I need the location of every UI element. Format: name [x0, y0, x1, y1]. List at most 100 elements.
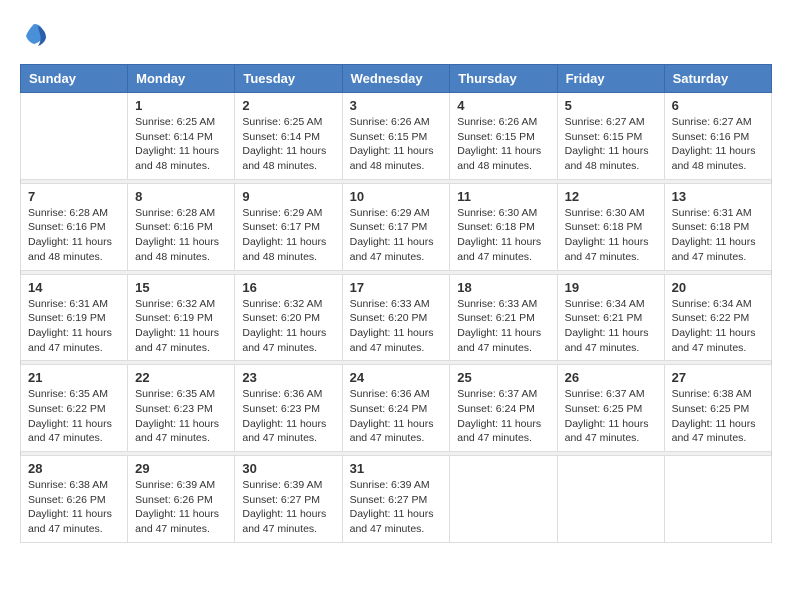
calendar-cell: 19 Sunrise: 6:34 AM Sunset: 6:21 PM Dayli… — [557, 274, 664, 361]
day-number: 27 — [672, 370, 764, 385]
calendar-header-row: SundayMondayTuesdayWednesdayThursdayFrid… — [21, 65, 772, 93]
day-number: 12 — [565, 189, 657, 204]
day-info: Sunrise: 6:33 AM Sunset: 6:20 PM Dayligh… — [350, 297, 443, 356]
day-info: Sunrise: 6:36 AM Sunset: 6:24 PM Dayligh… — [350, 387, 443, 446]
calendar-cell: 10 Sunrise: 6:29 AM Sunset: 6:17 PM Dayli… — [342, 183, 450, 270]
calendar-cell: 30 Sunrise: 6:39 AM Sunset: 6:27 PM Dayli… — [235, 456, 342, 543]
calendar-cell: 1 Sunrise: 6:25 AM Sunset: 6:14 PM Daylig… — [128, 93, 235, 180]
calendar-cell: 6 Sunrise: 6:27 AM Sunset: 6:16 PM Daylig… — [664, 93, 771, 180]
day-info: Sunrise: 6:26 AM Sunset: 6:15 PM Dayligh… — [457, 115, 549, 174]
header-sunday: Sunday — [21, 65, 128, 93]
day-info: Sunrise: 6:37 AM Sunset: 6:25 PM Dayligh… — [565, 387, 657, 446]
calendar-week-1: 1 Sunrise: 6:25 AM Sunset: 6:14 PM Daylig… — [21, 93, 772, 180]
day-number: 29 — [135, 461, 227, 476]
calendar-cell — [21, 93, 128, 180]
day-number: 28 — [28, 461, 120, 476]
day-number: 17 — [350, 280, 443, 295]
day-info: Sunrise: 6:30 AM Sunset: 6:18 PM Dayligh… — [457, 206, 549, 265]
day-number: 19 — [565, 280, 657, 295]
day-number: 8 — [135, 189, 227, 204]
day-info: Sunrise: 6:25 AM Sunset: 6:14 PM Dayligh… — [135, 115, 227, 174]
day-number: 11 — [457, 189, 549, 204]
logo-icon — [20, 20, 48, 48]
calendar-cell: 13 Sunrise: 6:31 AM Sunset: 6:18 PM Dayli… — [664, 183, 771, 270]
calendar-table: SundayMondayTuesdayWednesdayThursdayFrid… — [20, 64, 772, 543]
day-number: 21 — [28, 370, 120, 385]
day-number: 30 — [242, 461, 334, 476]
day-info: Sunrise: 6:25 AM Sunset: 6:14 PM Dayligh… — [242, 115, 334, 174]
page-header — [20, 20, 772, 48]
calendar-week-5: 28 Sunrise: 6:38 AM Sunset: 6:26 PM Dayli… — [21, 456, 772, 543]
day-info: Sunrise: 6:31 AM Sunset: 6:18 PM Dayligh… — [672, 206, 764, 265]
calendar-cell: 5 Sunrise: 6:27 AM Sunset: 6:15 PM Daylig… — [557, 93, 664, 180]
day-number: 25 — [457, 370, 549, 385]
day-number: 13 — [672, 189, 764, 204]
day-number: 16 — [242, 280, 334, 295]
calendar-cell: 9Sunrise: 6:29 AM Sunset: 6:17 PM Daylig… — [235, 183, 342, 270]
calendar-cell — [664, 456, 771, 543]
day-info: Sunrise: 6:38 AM Sunset: 6:25 PM Dayligh… — [672, 387, 764, 446]
day-number: 4 — [457, 98, 549, 113]
calendar-cell: 18 Sunrise: 6:33 AM Sunset: 6:21 PM Dayli… — [450, 274, 557, 361]
day-info: Sunrise: 6:37 AM Sunset: 6:24 PM Dayligh… — [457, 387, 549, 446]
day-info: Sunrise: 6:39 AM Sunset: 6:27 PM Dayligh… — [350, 478, 443, 537]
day-info: Sunrise: 6:32 AM Sunset: 6:19 PM Dayligh… — [135, 297, 227, 356]
calendar-cell: 22 Sunrise: 6:35 AM Sunset: 6:23 PM Dayli… — [128, 365, 235, 452]
calendar-cell: 24 Sunrise: 6:36 AM Sunset: 6:24 PM Dayli… — [342, 365, 450, 452]
day-info: Sunrise: 6:27 AM Sunset: 6:15 PM Dayligh… — [565, 115, 657, 174]
day-number: 5 — [565, 98, 657, 113]
day-info: Sunrise: 6:34 AM Sunset: 6:21 PM Dayligh… — [565, 297, 657, 356]
logo — [20, 20, 52, 48]
header-tuesday: Tuesday — [235, 65, 342, 93]
calendar-cell: 2 Sunrise: 6:25 AM Sunset: 6:14 PM Daylig… — [235, 93, 342, 180]
day-number: 1 — [135, 98, 227, 113]
calendar-cell: 29Sunrise: 6:39 AM Sunset: 6:26 PM Dayli… — [128, 456, 235, 543]
day-info: Sunrise: 6:38 AM Sunset: 6:26 PM Dayligh… — [28, 478, 120, 537]
day-info: Sunrise: 6:30 AM Sunset: 6:18 PM Dayligh… — [565, 206, 657, 265]
day-number: 20 — [672, 280, 764, 295]
header-thursday: Thursday — [450, 65, 557, 93]
day-info: Sunrise: 6:26 AM Sunset: 6:15 PM Dayligh… — [350, 115, 443, 174]
day-number: 2 — [242, 98, 334, 113]
day-number: 26 — [565, 370, 657, 385]
header-monday: Monday — [128, 65, 235, 93]
calendar-week-3: 14 Sunrise: 6:31 AM Sunset: 6:19 PM Dayli… — [21, 274, 772, 361]
calendar-cell: 8 Sunrise: 6:28 AM Sunset: 6:16 PM Daylig… — [128, 183, 235, 270]
day-number: 24 — [350, 370, 443, 385]
header-friday: Friday — [557, 65, 664, 93]
calendar-cell: 28 Sunrise: 6:38 AM Sunset: 6:26 PM Dayli… — [21, 456, 128, 543]
day-number: 6 — [672, 98, 764, 113]
day-number: 14 — [28, 280, 120, 295]
calendar-cell: 14 Sunrise: 6:31 AM Sunset: 6:19 PM Dayli… — [21, 274, 128, 361]
day-info: Sunrise: 6:33 AM Sunset: 6:21 PM Dayligh… — [457, 297, 549, 356]
day-info: Sunrise: 6:35 AM Sunset: 6:23 PM Dayligh… — [135, 387, 227, 446]
day-number: 18 — [457, 280, 549, 295]
calendar-cell: 26 Sunrise: 6:37 AM Sunset: 6:25 PM Dayli… — [557, 365, 664, 452]
day-info: Sunrise: 6:28 AM Sunset: 6:16 PM Dayligh… — [135, 206, 227, 265]
day-info: Sunrise: 6:32 AM Sunset: 6:20 PM Dayligh… — [242, 297, 334, 356]
day-number: 15 — [135, 280, 227, 295]
day-info: Sunrise: 6:29 AM Sunset: 6:17 PM Dayligh… — [350, 206, 443, 265]
day-info: Sunrise: 6:39 AM Sunset: 6:27 PM Dayligh… — [242, 478, 334, 537]
calendar-cell: 12 Sunrise: 6:30 AM Sunset: 6:18 PM Dayli… — [557, 183, 664, 270]
day-info: Sunrise: 6:31 AM Sunset: 6:19 PM Dayligh… — [28, 297, 120, 356]
day-number: 10 — [350, 189, 443, 204]
calendar-cell: 7Sunrise: 6:28 AM Sunset: 6:16 PM Daylig… — [21, 183, 128, 270]
calendar-cell: 3 Sunrise: 6:26 AM Sunset: 6:15 PM Daylig… — [342, 93, 450, 180]
calendar-cell: 15 Sunrise: 6:32 AM Sunset: 6:19 PM Dayli… — [128, 274, 235, 361]
day-number: 3 — [350, 98, 443, 113]
calendar-week-4: 21Sunrise: 6:35 AM Sunset: 6:22 PM Dayli… — [21, 365, 772, 452]
day-number: 23 — [242, 370, 334, 385]
calendar-cell: 16 Sunrise: 6:32 AM Sunset: 6:20 PM Dayli… — [235, 274, 342, 361]
calendar-cell: 25 Sunrise: 6:37 AM Sunset: 6:24 PM Dayli… — [450, 365, 557, 452]
calendar-cell: 11 Sunrise: 6:30 AM Sunset: 6:18 PM Dayli… — [450, 183, 557, 270]
day-info: Sunrise: 6:29 AM Sunset: 6:17 PM Dayligh… — [242, 206, 334, 265]
day-number: 31 — [350, 461, 443, 476]
day-number: 22 — [135, 370, 227, 385]
day-info: Sunrise: 6:34 AM Sunset: 6:22 PM Dayligh… — [672, 297, 764, 356]
calendar-cell: 27 Sunrise: 6:38 AM Sunset: 6:25 PM Dayli… — [664, 365, 771, 452]
day-info: Sunrise: 6:27 AM Sunset: 6:16 PM Dayligh… — [672, 115, 764, 174]
day-info: Sunrise: 6:28 AM Sunset: 6:16 PM Dayligh… — [28, 206, 120, 265]
calendar-cell: 23 Sunrise: 6:36 AM Sunset: 6:23 PM Dayli… — [235, 365, 342, 452]
day-info: Sunrise: 6:36 AM Sunset: 6:23 PM Dayligh… — [242, 387, 334, 446]
